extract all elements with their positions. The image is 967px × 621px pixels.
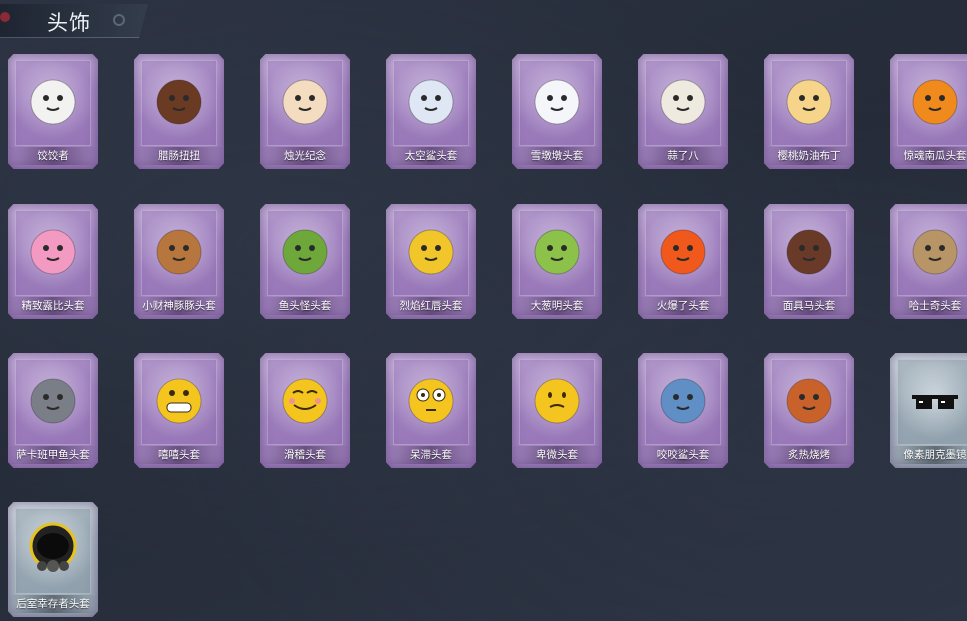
headwear-item-card[interactable]: 像素朋克墨镜: [890, 353, 967, 468]
smirk-emoji-icon: [280, 373, 330, 427]
item-name-label: 滑稽头套: [260, 446, 350, 464]
item-name-label: 饺饺者: [8, 147, 98, 165]
headwear-item-card[interactable]: 萨卡班甲鱼头套: [8, 353, 98, 468]
pudding-head-icon: [784, 74, 834, 128]
item-name-label: 惊魂南瓜头套: [890, 147, 967, 165]
headwear-item-card[interactable]: 滑稽头套: [260, 353, 350, 468]
headwear-item-card[interactable]: 大葱明头套: [512, 204, 602, 319]
item-name-label: 嘻嘻头套: [134, 446, 224, 464]
dazed-emoji-icon: [406, 373, 456, 427]
fortune-pig-head-icon: [154, 224, 204, 278]
barbecue-head-icon: [784, 373, 834, 427]
headwear-item-card[interactable]: 面具马头套: [764, 204, 854, 319]
headwear-item-card[interactable]: 腊肠扭扭: [134, 54, 224, 169]
item-name-label: 精致露比头套: [8, 297, 98, 315]
garlic-head-icon: [658, 74, 708, 128]
biting-shark-head-icon: [658, 373, 708, 427]
pumpkin-head-icon: [910, 74, 960, 128]
scallion-head-icon: [532, 224, 582, 278]
space-shark-head-icon: [406, 74, 456, 128]
item-name-label: 太空鲨头套: [386, 147, 476, 165]
headwear-item-card[interactable]: 烛光纪念: [260, 54, 350, 169]
headwear-item-card[interactable]: 饺饺者: [8, 54, 98, 169]
humble-emoji-icon: [532, 373, 582, 427]
headwear-item-card[interactable]: 火爆了头套: [638, 204, 728, 319]
item-name-label: 炙热烧烤: [764, 446, 854, 464]
headwear-item-card[interactable]: 烈焰红唇头套: [386, 204, 476, 319]
dumpling-head-icon: [28, 74, 78, 128]
headwear-item-card[interactable]: 呆滞头套: [386, 353, 476, 468]
horse-mask-icon: [784, 224, 834, 278]
fire-head-icon: [658, 224, 708, 278]
headwear-item-card[interactable]: 鱼头怪头套: [260, 204, 350, 319]
item-name-label: 大葱明头套: [512, 297, 602, 315]
headwear-item-card[interactable]: 精致露比头套: [8, 204, 98, 319]
headwear-item-card[interactable]: 嘻嘻头套: [134, 353, 224, 468]
headwear-item-card[interactable]: 咬咬鲨头套: [638, 353, 728, 468]
snowman-head-icon: [532, 74, 582, 128]
item-name-label: 面具马头套: [764, 297, 854, 315]
item-name-label: 烛光纪念: [260, 147, 350, 165]
item-name-label: 鱼头怪头套: [260, 297, 350, 315]
headwear-item-card[interactable]: 小财神豚豚头套: [134, 204, 224, 319]
headwear-item-card[interactable]: 哈士奇头套: [890, 204, 967, 319]
item-name-label: 腊肠扭扭: [134, 147, 224, 165]
item-name-label: 雪墩墩头套: [512, 147, 602, 165]
item-name-label: 火爆了头套: [638, 297, 728, 315]
pink-pig-head-icon: [28, 224, 78, 278]
yellow-mouse-head-icon: [406, 224, 456, 278]
item-name-label: 萨卡班甲鱼头套: [8, 446, 98, 464]
item-name-label: 烈焰红唇头套: [386, 297, 476, 315]
headwear-item-card[interactable]: 太空鲨头套: [386, 54, 476, 169]
item-name-label: 樱桃奶油布丁: [764, 147, 854, 165]
headwear-item-card[interactable]: 雪墩墩头套: [512, 54, 602, 169]
candle-head-icon: [280, 74, 330, 128]
item-name-label: 蒜了八: [638, 147, 728, 165]
pixel-sunglasses-icon: [910, 373, 960, 427]
item-name-label: 哈士奇头套: [890, 297, 967, 315]
item-name-label: 卑微头套: [512, 446, 602, 464]
item-name-label: 小财神豚豚头套: [134, 297, 224, 315]
item-name-label: 后室幸存者头套: [8, 595, 98, 613]
husky-head-icon: [910, 224, 960, 278]
item-name-label: 呆滞头套: [386, 446, 476, 464]
grin-emoji-icon: [154, 373, 204, 427]
headwear-item-card[interactable]: 炙热烧烤: [764, 353, 854, 468]
gas-mask-helmet-icon: [28, 522, 78, 576]
headwear-item-card[interactable]: 蒜了八: [638, 54, 728, 169]
headwear-item-card[interactable]: 卑微头套: [512, 353, 602, 468]
item-name-label: 像素朋克墨镜: [890, 446, 967, 464]
sacabambaspis-head-icon: [28, 373, 78, 427]
fish-monster-head-icon: [280, 224, 330, 278]
headwear-item-card[interactable]: 樱桃奶油布丁: [764, 54, 854, 169]
headwear-grid: 饺饺者 腊肠扭扭 烛光纪念 太空鲨头套 雪墩墩头套 蒜了八 樱桃奶油布丁 惊魂南瓜头套精致露比…: [0, 0, 967, 621]
headwear-item-card[interactable]: 惊魂南瓜头套: [890, 54, 967, 169]
sausage-dog-head-icon: [154, 74, 204, 128]
item-name-label: 咬咬鲨头套: [638, 446, 728, 464]
headwear-item-card[interactable]: 后室幸存者头套: [8, 502, 98, 617]
